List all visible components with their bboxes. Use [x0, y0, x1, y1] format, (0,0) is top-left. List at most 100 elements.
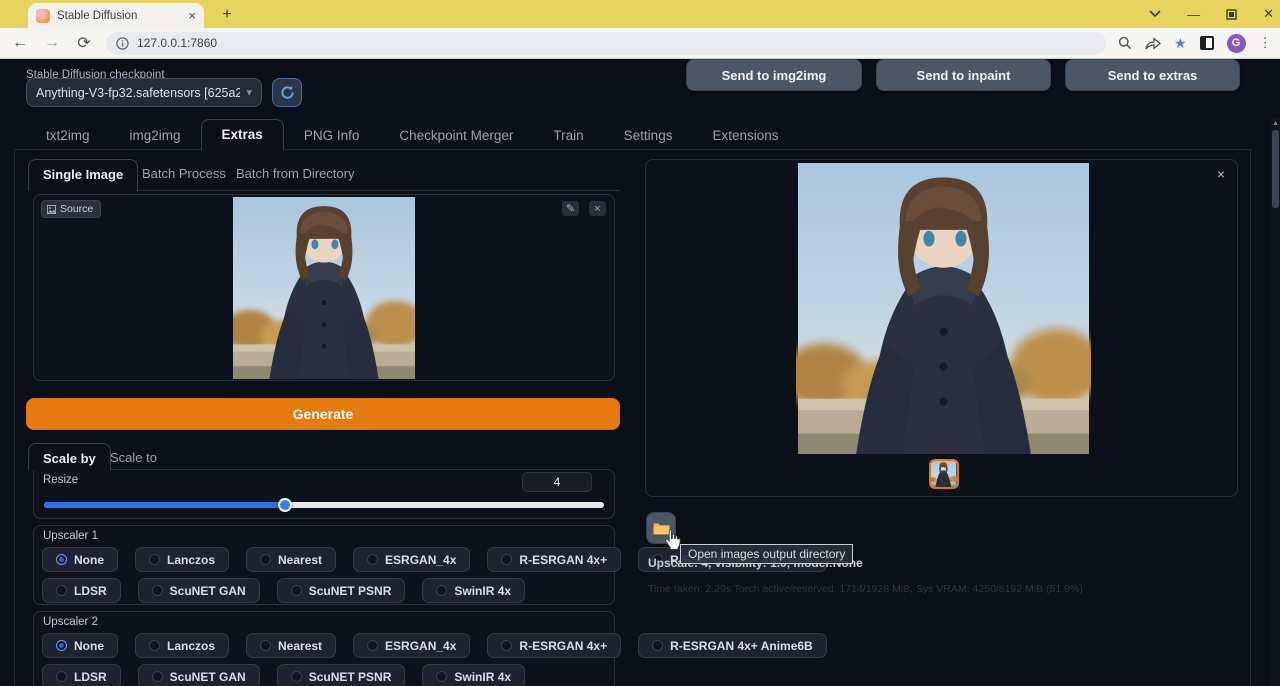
- resize-label: Resize: [43, 474, 78, 486]
- radio-icon: [436, 671, 447, 682]
- source-badge-label: Source: [60, 203, 93, 215]
- tab-settings[interactable]: Settings: [604, 121, 693, 150]
- webui-page: Stable Diffusion checkpoint Anything-V3-…: [0, 59, 1280, 686]
- share-icon[interactable]: [1145, 37, 1161, 50]
- option-label: ScuNET PSNR: [309, 584, 392, 598]
- resize-slider-thumb[interactable]: [278, 498, 292, 512]
- subtab-divider: [114, 190, 620, 191]
- footer-stats-text: Time taken: 2.29s Torch active/reserved:…: [648, 583, 1083, 595]
- resize-slider[interactable]: [44, 502, 604, 508]
- tab-close-icon[interactable]: ×: [188, 8, 196, 23]
- radio-icon: [56, 554, 67, 565]
- clear-image-button[interactable]: ×: [589, 201, 606, 216]
- radio-icon: [56, 585, 67, 596]
- radio-icon: [56, 671, 67, 682]
- upscaler1-option-none[interactable]: None: [42, 547, 118, 572]
- result-image[interactable]: [796, 163, 1091, 454]
- generate-button[interactable]: Generate: [26, 398, 620, 430]
- window-maximize-button[interactable]: [1226, 9, 1237, 20]
- scroll-up-icon[interactable]: ▲: [1271, 120, 1280, 127]
- upscaler1-option-lanczos[interactable]: Lanczos: [135, 547, 229, 572]
- radio-icon: [149, 554, 160, 565]
- option-label: LDSR: [74, 670, 107, 684]
- tab-single-image[interactable]: Single Image: [28, 159, 138, 191]
- back-button[interactable]: ←: [8, 34, 32, 52]
- browser-menu-icon[interactable]: ⋮: [1259, 35, 1272, 51]
- send-to-inpaint-button[interactable]: Send to inpaint: [876, 59, 1051, 91]
- tab-train[interactable]: Train: [533, 121, 603, 150]
- radio-icon: [652, 640, 663, 651]
- mouse-cursor: [663, 529, 681, 556]
- upscaler2-option-nearest[interactable]: Nearest: [246, 633, 336, 658]
- option-label: R-ESRGAN 4x+: [519, 639, 607, 653]
- upscaler1-option-swinir4x[interactable]: SwinIR 4x: [422, 578, 525, 603]
- radio-icon: [291, 585, 302, 596]
- window-chevron-icon[interactable]: [1149, 10, 1161, 18]
- main-tabs: txt2img img2img Extras PNG Info Checkpoi…: [26, 119, 799, 150]
- tab-extras[interactable]: Extras: [201, 119, 284, 150]
- option-label: ScuNET GAN: [170, 670, 246, 684]
- upscaler1-option-resrgan4x[interactable]: R-ESRGAN 4x+: [487, 547, 621, 572]
- option-label: R-ESRGAN 4x+: [519, 553, 607, 567]
- tab-img2img[interactable]: img2img: [110, 121, 201, 150]
- profile-avatar[interactable]: G: [1227, 34, 1246, 53]
- browser-tab-title: Stable Diffusion: [57, 10, 181, 22]
- upscaler2-label: Upscaler 2: [43, 616, 98, 628]
- resize-group: Resize 4: [33, 469, 615, 519]
- upscaler2-option-resrgan-anime6b[interactable]: R-ESRGAN 4x+ Anime6B: [638, 633, 827, 658]
- upscaler1-option-scunet-gan[interactable]: ScuNET GAN: [138, 578, 260, 603]
- upscaler2-option-esrgan4x[interactable]: ESRGAN_4x: [353, 633, 470, 658]
- source-image-dropzone[interactable]: Source ✎ ×: [33, 194, 615, 381]
- send-to-extras-button[interactable]: Send to extras: [1065, 59, 1240, 91]
- upscaler2-option-scunet-gan[interactable]: ScuNET GAN: [138, 664, 260, 686]
- url-bar[interactable]: 127.0.0.1:7860: [106, 32, 1106, 55]
- tab-extensions[interactable]: Extensions: [692, 121, 798, 150]
- zoom-icon[interactable]: [1118, 36, 1132, 50]
- close-gallery-icon[interactable]: ×: [1217, 166, 1225, 182]
- radio-icon: [260, 554, 271, 565]
- upscaler2-option-ldsr[interactable]: LDSR: [42, 664, 121, 686]
- upscaler1-option-scunet-psnr[interactable]: ScuNET PSNR: [277, 578, 406, 603]
- browser-tab[interactable]: Stable Diffusion ×: [28, 3, 204, 28]
- resize-slider-fill: [44, 502, 285, 508]
- option-label: ScuNET PSNR: [309, 670, 392, 684]
- option-label: SwinIR 4x: [454, 584, 511, 598]
- forward-button[interactable]: →: [40, 34, 64, 52]
- upscaler2-group: Upscaler 2 None Lanczos Nearest ESRGAN_4…: [33, 611, 615, 686]
- page-scrollbar[interactable]: ▲ ▼: [1271, 118, 1280, 686]
- upscaler2-option-resrgan4x[interactable]: R-ESRGAN 4x+: [487, 633, 621, 658]
- reload-button[interactable]: ⟳: [72, 33, 96, 53]
- option-label: Nearest: [278, 553, 322, 567]
- edit-image-button[interactable]: ✎: [562, 201, 579, 216]
- upscaler2-option-none[interactable]: None: [42, 633, 118, 658]
- generate-label: Generate: [293, 406, 354, 422]
- checkpoint-dropdown[interactable]: Anything-V3-fp32.safetensors [625a2ba2] …: [26, 78, 262, 107]
- bookmark-star-icon[interactable]: ★: [1174, 35, 1187, 52]
- send-to-img2img-label: Send to img2img: [722, 68, 827, 83]
- upscaler2-option-swinir4x[interactable]: SwinIR 4x: [422, 664, 525, 686]
- upscaler1-option-ldsr[interactable]: LDSR: [42, 578, 121, 603]
- tab-scale-by[interactable]: Scale by: [28, 443, 111, 470]
- tab-checkpoint-merger[interactable]: Checkpoint Merger: [379, 121, 533, 150]
- upscaler1-option-esrgan4x[interactable]: ESRGAN_4x: [353, 547, 470, 572]
- tab-png-info[interactable]: PNG Info: [284, 121, 380, 150]
- refresh-checkpoints-button[interactable]: [272, 78, 302, 107]
- new-tab-button[interactable]: +: [216, 4, 238, 26]
- radio-icon: [436, 585, 447, 596]
- source-image[interactable]: [233, 197, 415, 379]
- site-info-icon[interactable]: [116, 37, 129, 50]
- tab-txt2img[interactable]: txt2img: [26, 121, 110, 150]
- resize-value-input[interactable]: 4: [522, 472, 592, 492]
- tab-batch-from-directory[interactable]: Batch from Directory: [222, 159, 368, 188]
- upscaler2-option-lanczos[interactable]: Lanczos: [135, 633, 229, 658]
- scrollbar-thumb[interactable]: [1272, 130, 1279, 208]
- upscaler2-option-scunet-psnr[interactable]: ScuNET PSNR: [277, 664, 406, 686]
- window-close-button[interactable]: ✕: [1263, 6, 1274, 22]
- upscaler1-option-nearest[interactable]: Nearest: [246, 547, 336, 572]
- side-panel-icon[interactable]: [1200, 36, 1214, 50]
- send-to-img2img-button[interactable]: Send to img2img: [686, 59, 862, 91]
- window-minimize-button[interactable]: —: [1187, 7, 1200, 22]
- radio-icon: [152, 671, 163, 682]
- close-icon: ×: [594, 203, 600, 215]
- result-thumbnail[interactable]: [929, 459, 959, 489]
